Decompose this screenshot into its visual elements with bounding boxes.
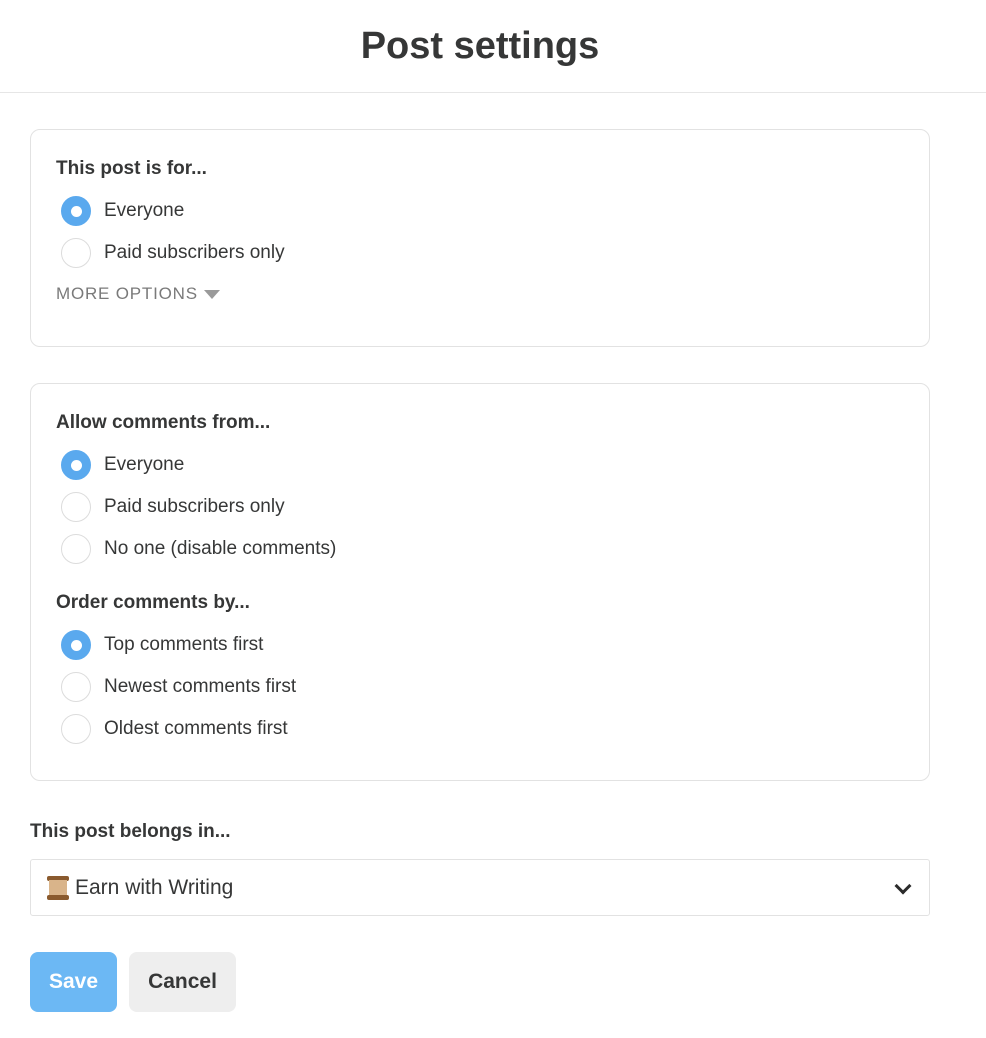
cancel-button[interactable]: Cancel xyxy=(129,952,236,1012)
radio-label: Paid subscribers only xyxy=(104,496,285,517)
radio-button[interactable] xyxy=(61,630,91,660)
comments-card: Allow comments from... Everyone Paid sub… xyxy=(30,383,930,781)
radio-button[interactable] xyxy=(61,492,91,522)
section-select-value: Earn with Writing xyxy=(75,875,234,899)
page-title: Post settings xyxy=(360,25,600,67)
radio-label: No one (disable comments) xyxy=(104,538,337,559)
header: Post settings xyxy=(0,0,986,93)
audience-option-everyone[interactable]: Everyone xyxy=(61,195,184,227)
comments-option-paid[interactable]: Paid subscribers only xyxy=(61,491,285,523)
chevron-down-icon xyxy=(894,877,912,895)
section-select[interactable]: Earn with Writing xyxy=(30,859,930,916)
order-label: Order comments by... xyxy=(56,592,250,613)
radio-label: Newest comments first xyxy=(104,676,297,697)
audience-option-paid[interactable]: Paid subscribers only xyxy=(61,237,285,269)
radio-button[interactable] xyxy=(61,714,91,744)
save-button[interactable]: Save xyxy=(30,952,117,1012)
audience-label: This post is for... xyxy=(56,158,207,179)
more-options-toggle[interactable]: MORE OPTIONS xyxy=(56,284,220,304)
radio-label: Everyone xyxy=(104,200,185,221)
audience-card: This post is for... Everyone Paid subscr… xyxy=(30,129,930,347)
radio-button[interactable] xyxy=(61,196,91,226)
order-option-newest[interactable]: Newest comments first xyxy=(61,671,296,703)
radio-label: Top comments first xyxy=(104,634,264,655)
more-options-label: MORE OPTIONS xyxy=(56,284,198,303)
scroll-icon xyxy=(47,875,69,900)
radio-label: Oldest comments first xyxy=(104,718,288,739)
order-option-top[interactable]: Top comments first xyxy=(61,629,263,661)
radio-button[interactable] xyxy=(61,672,91,702)
radio-button[interactable] xyxy=(61,450,91,480)
comments-option-everyone[interactable]: Everyone xyxy=(61,449,184,481)
section-label: This post belongs in... xyxy=(30,821,231,842)
radio-button[interactable] xyxy=(61,238,91,268)
radio-label: Everyone xyxy=(104,454,185,475)
comments-label: Allow comments from... xyxy=(56,412,271,433)
order-option-oldest[interactable]: Oldest comments first xyxy=(61,713,288,745)
radio-label: Paid subscribers only xyxy=(104,242,285,263)
comments-option-none[interactable]: No one (disable comments) xyxy=(61,533,336,565)
caret-down-icon xyxy=(203,289,220,299)
radio-button[interactable] xyxy=(61,534,91,564)
